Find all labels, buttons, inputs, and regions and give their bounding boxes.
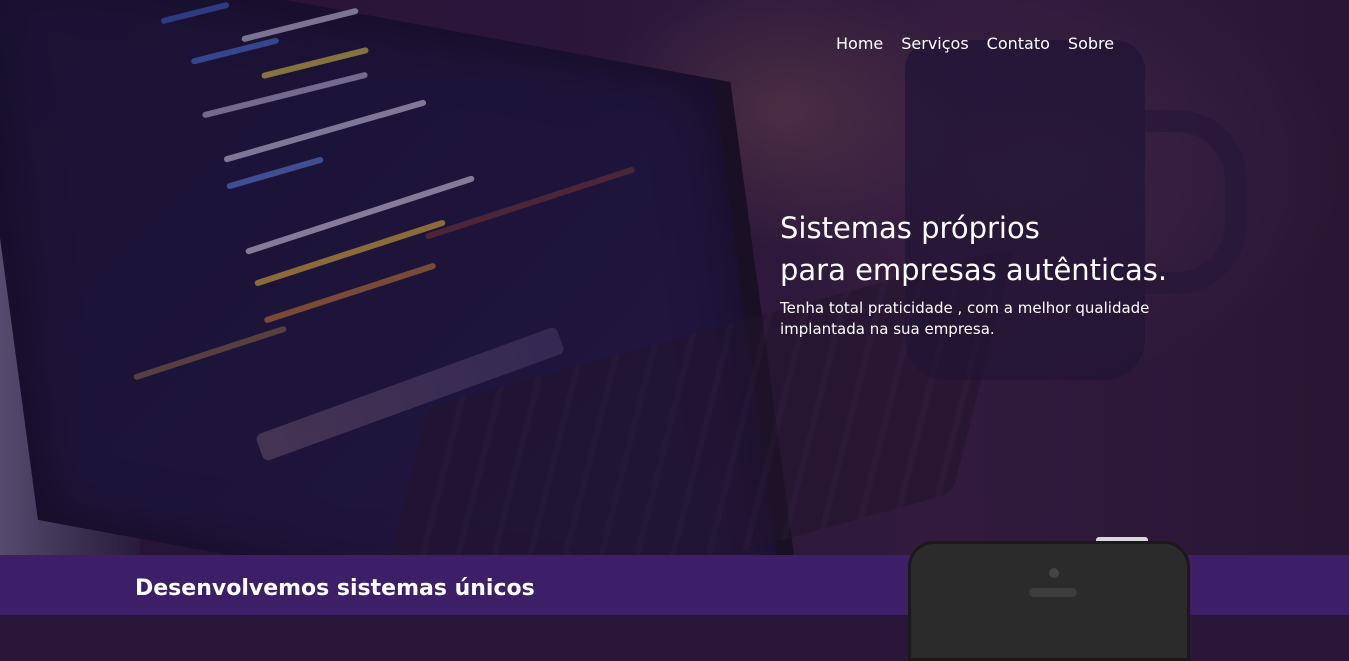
hero-subtext-line1: Tenha total praticidade , com a melhor q…: [780, 299, 1150, 317]
hero-subtext: Tenha total praticidade , com a melhor q…: [780, 298, 1200, 340]
nav-home[interactable]: Home: [836, 34, 883, 53]
hero-subtext-line2: implantada na sua empresa.: [780, 320, 995, 338]
nav-servicos[interactable]: Serviços: [901, 34, 968, 53]
phone-speaker: [1029, 588, 1077, 597]
hero-headline: Sistemas próprios para empresas autêntic…: [780, 207, 1300, 291]
nav-contato[interactable]: Contato: [987, 34, 1050, 53]
phone-mockup: [908, 541, 1190, 661]
hero-headline-line1: Sistemas próprios: [780, 211, 1040, 245]
section-title: Desenvolvemos sistemas únicos: [135, 576, 535, 601]
phone-camera: [1049, 568, 1059, 578]
main-nav: Home Serviços Contato Sobre: [836, 34, 1114, 53]
hero-headline-line2: para empresas autênticas.: [780, 253, 1168, 287]
nav-sobre[interactable]: Sobre: [1068, 34, 1114, 53]
